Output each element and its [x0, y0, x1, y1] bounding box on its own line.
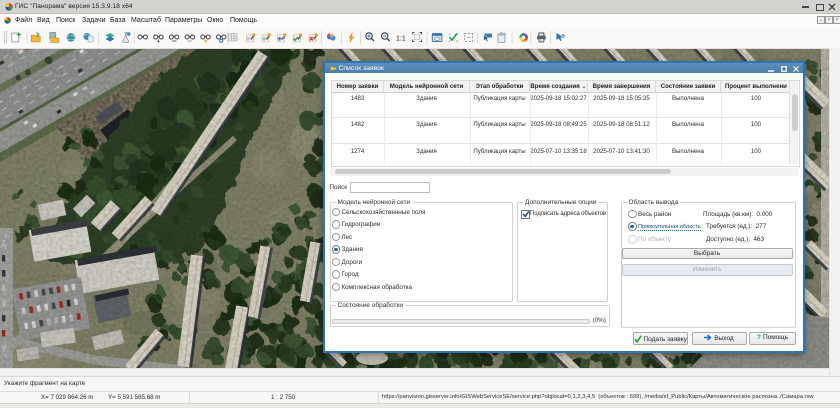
svg-text:1:1: 1:1 [396, 36, 406, 43]
